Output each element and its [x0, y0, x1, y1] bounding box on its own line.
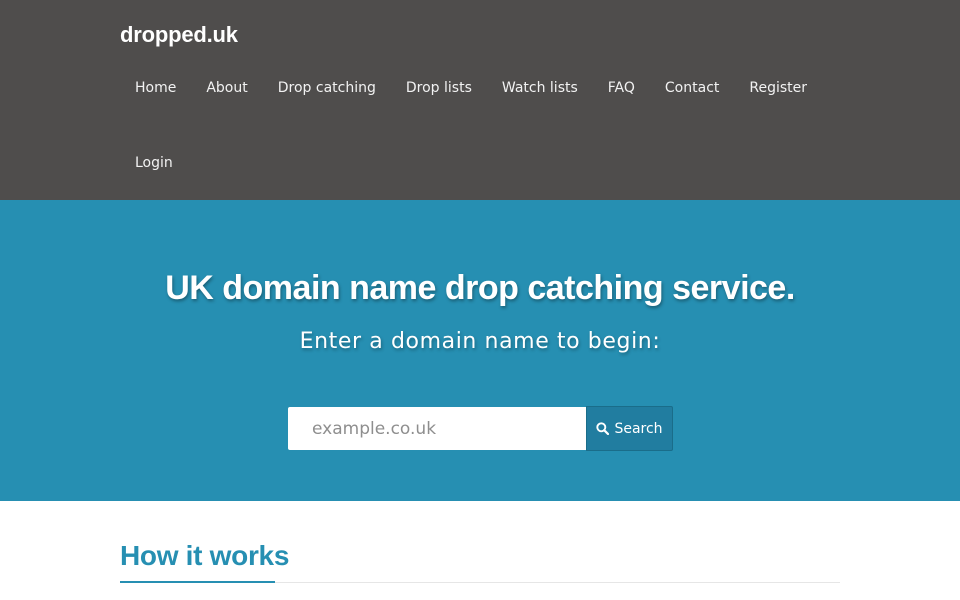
hero-subtitle: Enter a domain name to begin:: [299, 329, 661, 354]
nav-faq[interactable]: FAQ: [593, 62, 650, 137]
nav-drop-lists[interactable]: Drop lists: [391, 62, 487, 137]
nav-contact[interactable]: Contact: [650, 62, 734, 137]
search-button-label: Search: [614, 420, 663, 437]
search-icon: [596, 422, 610, 436]
hero-section: UK domain name drop catching service. En…: [0, 200, 960, 501]
site-logo-link[interactable]: dropped.uk: [120, 20, 238, 50]
main-nav: Home About Drop catching Drop lists Watc…: [120, 62, 840, 212]
nav-home[interactable]: Home: [120, 62, 191, 137]
hero-title: UK domain name drop catching service.: [165, 269, 795, 307]
nav-register[interactable]: Register: [734, 62, 822, 137]
nav-about[interactable]: About: [191, 62, 262, 137]
search-button[interactable]: Search: [586, 406, 673, 451]
section-divider-accent: [120, 581, 275, 583]
main-content: How it works: [0, 501, 960, 600]
domain-search-form: Search: [288, 406, 673, 451]
nav-drop-catching[interactable]: Drop catching: [263, 62, 391, 137]
nav-watch-lists[interactable]: Watch lists: [487, 62, 593, 137]
site-header: dropped.uk Home About Drop catching Drop…: [0, 0, 960, 200]
domain-search-input[interactable]: [288, 407, 586, 450]
section-title-how-it-works: How it works: [120, 540, 290, 571]
